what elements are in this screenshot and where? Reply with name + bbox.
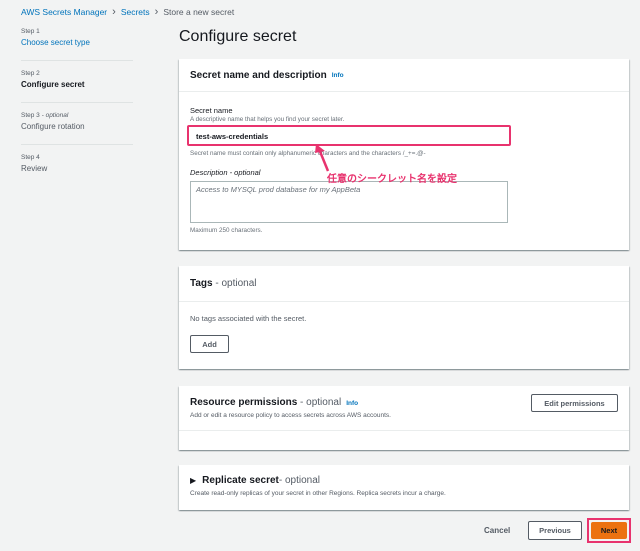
divider [21, 102, 133, 103]
previous-button[interactable]: Previous [528, 521, 582, 540]
step-current-configure-secret: Configure secret [21, 80, 85, 89]
resource-permissions-panel: Resource permissions - optional Info Add … [179, 386, 629, 450]
step-2: Step 2 Configure secret [21, 70, 85, 89]
chevron-right-icon: › [112, 5, 116, 18]
step-4: Step 4 Review [21, 154, 47, 173]
annotation-arrow-icon [315, 144, 330, 172]
divider [179, 430, 629, 431]
add-tag-button[interactable]: Add [190, 335, 229, 353]
secret-name-label-group: Secret name A descriptive name that help… [190, 106, 344, 123]
step-review: Review [21, 164, 48, 173]
edit-permissions-button[interactable]: Edit permissions [531, 394, 618, 412]
divider [21, 144, 133, 145]
tags-empty-message: No tags associated with the secret. [190, 314, 307, 323]
info-link[interactable]: Info [332, 72, 344, 79]
panel-title: Resource permissions - optional Info [190, 397, 359, 408]
step-1: Step 1 Choose secret type [21, 28, 90, 47]
panel-header: Tags - optional [179, 266, 629, 302]
breadcrumb-current: Store a new secret [163, 7, 235, 17]
step-number: Step 3 - optional [21, 112, 69, 119]
divider [21, 60, 133, 61]
chevron-right-icon: › [154, 5, 159, 18]
tags-panel: Tags - optional No tags associated with … [179, 266, 629, 369]
description-hint: Maximum 250 characters. [190, 227, 263, 234]
breadcrumb-secrets[interactable]: Secrets [121, 7, 150, 17]
panel-header: Secret name and description Info [179, 59, 629, 92]
step-3: Step 3 - optional Configure rotation [21, 112, 85, 131]
panel-title: Tags - optional [190, 278, 257, 289]
annotation-highlight-box [187, 125, 511, 146]
replicate-secret-description: Create read-only replicas of your secret… [190, 490, 446, 497]
panel-title[interactable]: ▶ Replicate secret - optional [190, 475, 320, 486]
step-link-choose-secret-type[interactable]: Choose secret type [21, 38, 90, 47]
step-number: Step 4 [21, 154, 40, 161]
replicate-secret-panel[interactable]: ▶ Replicate secret - optional Create rea… [179, 465, 629, 510]
annotation-text: 任意のシークレット名を設定 [327, 174, 457, 185]
secret-name-hint: Secret name must contain only alphanumer… [190, 150, 426, 157]
breadcrumb: AWS Secrets Manager › Secrets › Store a … [21, 5, 234, 19]
breadcrumb-secrets-manager[interactable]: AWS Secrets Manager [21, 7, 107, 17]
secret-name-label: Secret name [190, 106, 233, 115]
secret-name-description: A descriptive name that helps you find y… [190, 116, 345, 123]
step-number: Step 1 [21, 28, 40, 35]
next-button[interactable]: Next [591, 522, 627, 539]
resource-permissions-description: Add or edit a resource policy to access … [190, 412, 391, 419]
secret-name-panel: Secret name and description Info Secret … [179, 59, 629, 250]
caret-right-icon: ▶ [190, 476, 197, 485]
info-link[interactable]: Info [346, 400, 358, 407]
description-label: Description - optional [190, 168, 261, 177]
panel-title: Secret name and description [190, 69, 327, 81]
cancel-button[interactable]: Cancel [484, 526, 510, 535]
description-textarea[interactable]: Access to MYSQL prod database for my App… [190, 181, 508, 223]
step-configure-rotation: Configure rotation [21, 122, 85, 131]
step-number: Step 2 [21, 70, 40, 77]
page-title: Configure secret [179, 28, 297, 45]
